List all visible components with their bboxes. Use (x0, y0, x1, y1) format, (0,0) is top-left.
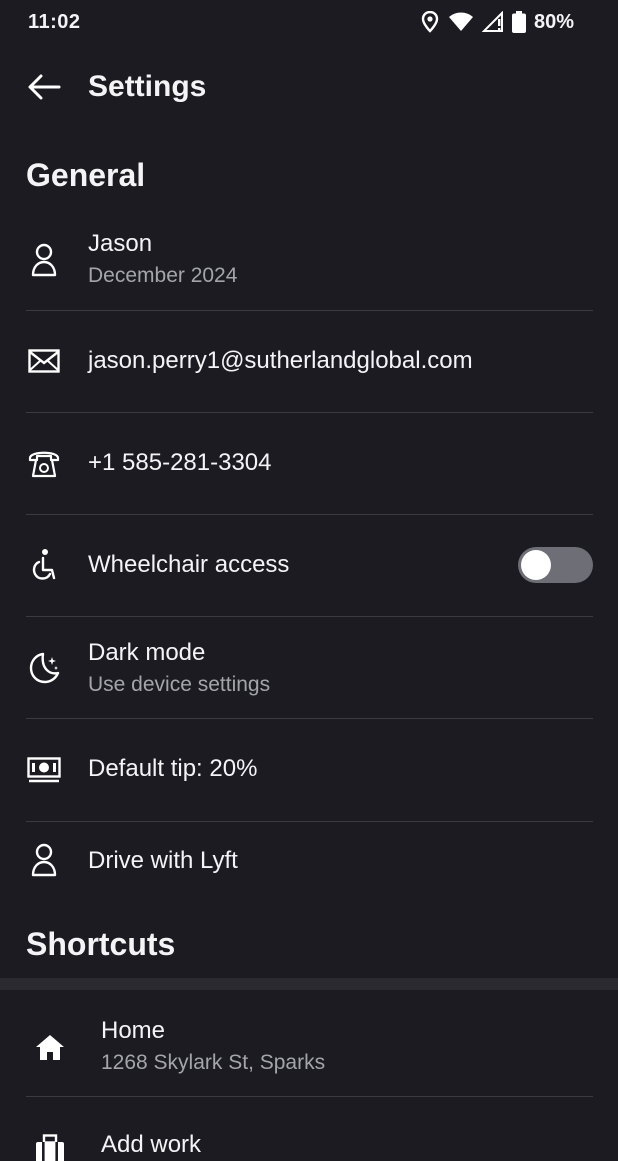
location-icon (420, 11, 440, 33)
dark-mode-label: Dark mode (88, 639, 206, 666)
wheelchair-icon (26, 547, 62, 583)
dark-mode-row[interactable]: Dark mode Use device settings (0, 617, 618, 718)
dark-mode-value: Use device settings (88, 673, 271, 696)
wheelchair-label: Wheelchair access (88, 551, 290, 578)
cash-icon (26, 752, 62, 788)
section-title-general: General (26, 157, 146, 193)
phone-row[interactable]: +1 585-281-3304 (0, 413, 618, 514)
briefcase-icon (32, 1131, 68, 1161)
wifi-icon (448, 11, 474, 33)
battery-percent: 80% (533, 10, 574, 33)
shortcut-home-row[interactable]: Home 1268 Skylark St, Sparks (0, 991, 618, 1095)
drive-with-lyft-label: Drive with Lyft (88, 847, 238, 874)
person-icon (26, 842, 62, 878)
person-icon (26, 242, 62, 278)
page-title: Settings (88, 70, 207, 103)
toggle-knob (521, 550, 551, 580)
moon-icon (26, 650, 62, 686)
signal-icon (481, 11, 504, 33)
section-title-shortcuts: Shortcuts (26, 926, 176, 962)
shortcut-add-work-row[interactable]: Add work (0, 1097, 618, 1161)
profile-since: December 2024 (88, 264, 238, 287)
email-row[interactable]: jason.perry1@sutherlandglobal.com (0, 311, 618, 412)
status-time: 11:02 (28, 10, 81, 33)
default-tip-label: Default tip: 20% (88, 755, 258, 782)
status-bar: 11:02 80% (0, 0, 618, 44)
battery-icon (511, 11, 526, 33)
phone-value: +1 585-281-3304 (88, 449, 272, 476)
status-icons: 80% (420, 11, 574, 34)
mail-icon (26, 343, 62, 379)
phone-icon (26, 445, 62, 481)
wheelchair-toggle[interactable] (518, 547, 593, 583)
shortcut-home-address: 1268 Skylark St, Sparks (101, 1051, 326, 1074)
drive-with-lyft-row[interactable]: Drive with Lyft (0, 822, 618, 902)
back-arrow-icon (27, 73, 61, 106)
wheelchair-row: Wheelchair access (0, 515, 618, 616)
default-tip-row[interactable]: Default tip: 20% (0, 719, 618, 821)
back-button[interactable] (26, 73, 62, 105)
home-icon (32, 1029, 68, 1065)
app-header: Settings (0, 60, 618, 118)
email-value: jason.perry1@sutherlandglobal.com (88, 347, 473, 374)
profile-name: Jason (88, 230, 153, 257)
section-separator (0, 978, 618, 990)
shortcut-add-work-label: Add work (101, 1131, 202, 1158)
settings-screen: 11:02 80% Settings General Jason Decembe… (0, 0, 618, 1161)
profile-row[interactable]: Jason December 2024 (0, 222, 618, 310)
shortcut-home-label: Home (101, 1017, 166, 1044)
